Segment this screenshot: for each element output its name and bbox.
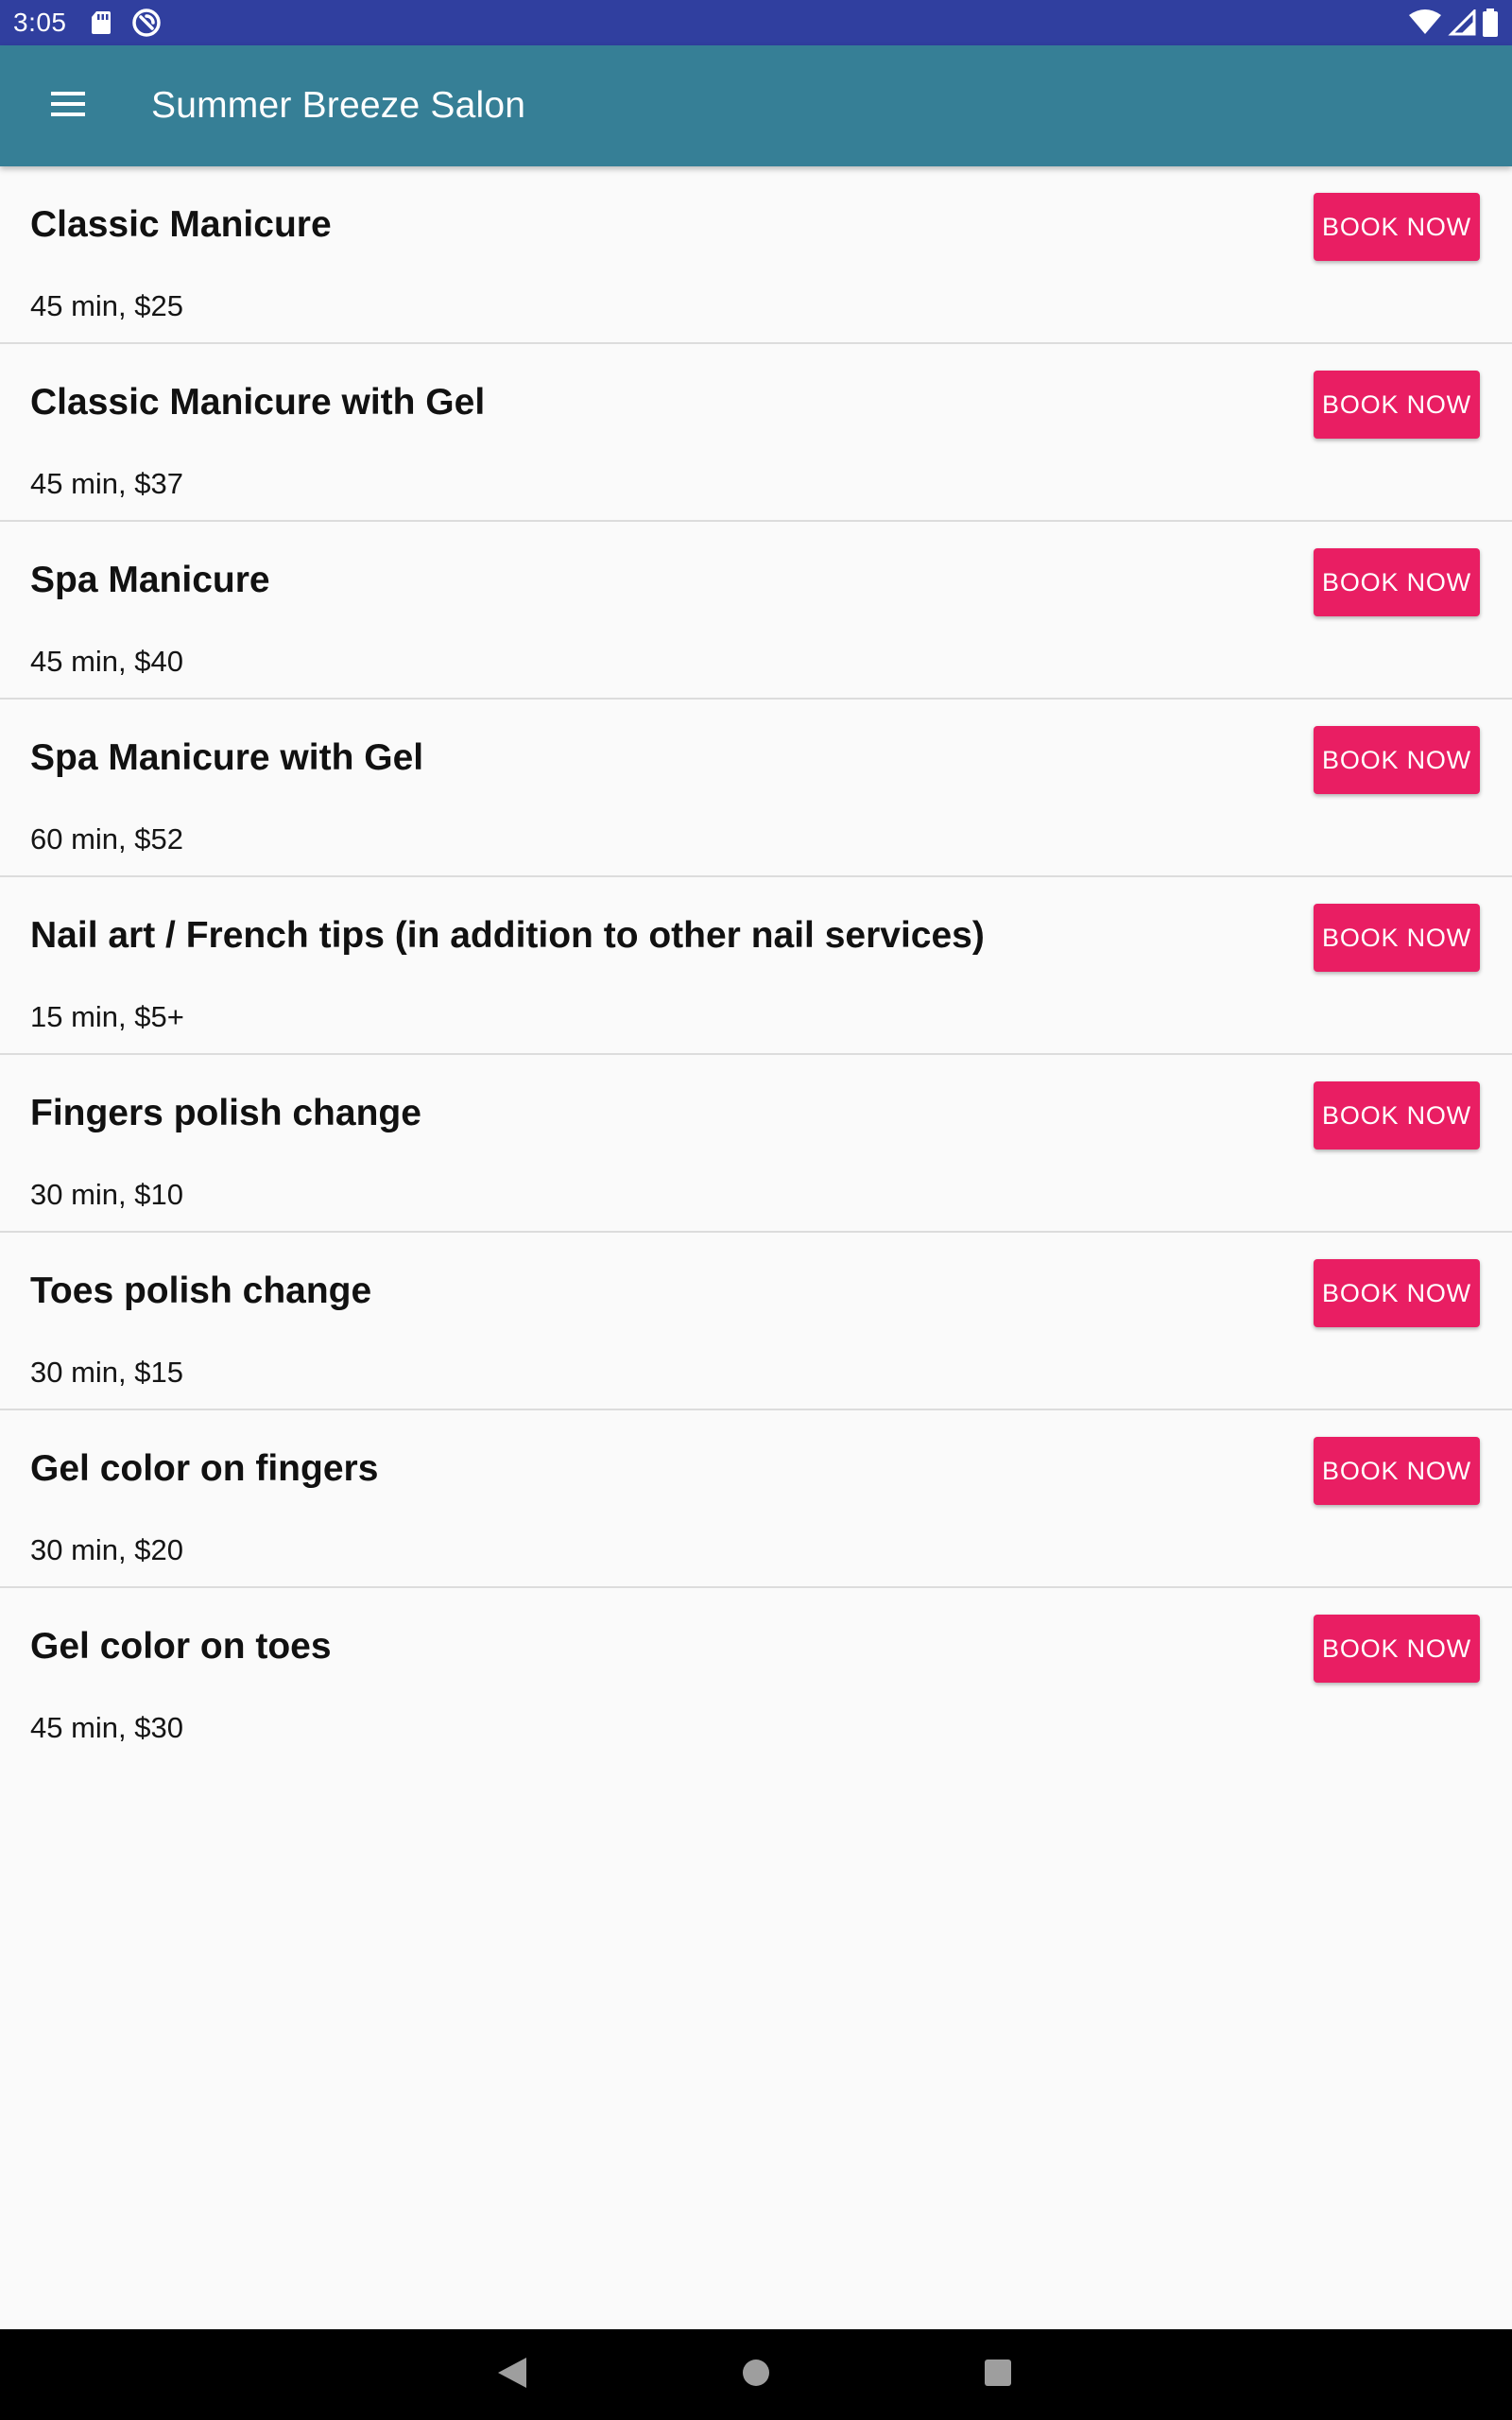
back-icon	[496, 2356, 528, 2394]
book-now-button[interactable]: BOOK NOW	[1314, 1259, 1480, 1327]
home-icon	[741, 2358, 771, 2393]
recents-button[interactable]	[941, 2329, 1055, 2420]
service-item: Gel color on fingers 30 min, $20 BOOK NO…	[0, 1410, 1512, 1588]
service-detail: 30 min, $20	[30, 1533, 183, 1566]
service-detail: 15 min, $5+	[30, 1000, 184, 1033]
service-item: Toes polish change 30 min, $15 BOOK NOW	[0, 1233, 1512, 1410]
service-name: Gel color on fingers	[30, 1448, 379, 1489]
service-detail: 45 min, $37	[30, 467, 183, 500]
book-now-button[interactable]: BOOK NOW	[1314, 371, 1480, 439]
menu-button[interactable]	[34, 72, 102, 140]
service-item: Gel color on toes 45 min, $30 BOOK NOW	[0, 1588, 1512, 1766]
status-system-icons	[1408, 9, 1499, 37]
service-item: Nail art / French tips (in addition to o…	[0, 877, 1512, 1055]
service-item: Classic Manicure 45 min, $25 BOOK NOW	[0, 166, 1512, 344]
service-name: Gel color on toes	[30, 1626, 332, 1667]
service-detail: 45 min, $30	[30, 1711, 183, 1744]
sync-icon	[131, 8, 162, 38]
service-detail: 30 min, $10	[30, 1178, 183, 1211]
app-bar: Summer Breeze Salon	[0, 45, 1512, 166]
status-time: 3:05	[13, 8, 67, 37]
battery-icon	[1482, 9, 1499, 37]
service-item: Classic Manicure with Gel 45 min, $37 BO…	[0, 344, 1512, 522]
service-name: Classic Manicure	[30, 204, 332, 245]
service-item: Spa Manicure with Gel 60 min, $52 BOOK N…	[0, 700, 1512, 877]
cell-signal-icon	[1448, 9, 1476, 36]
service-item: Spa Manicure 45 min, $40 BOOK NOW	[0, 522, 1512, 700]
service-detail: 45 min, $25	[30, 289, 183, 322]
service-name: Spa Manicure	[30, 560, 270, 600]
book-now-button[interactable]: BOOK NOW	[1314, 193, 1480, 261]
service-detail: 30 min, $15	[30, 1356, 183, 1389]
service-name: Toes polish change	[30, 1270, 372, 1311]
service-name: Fingers polish change	[30, 1093, 421, 1133]
screen: 3:05 Summer Breeze Salon Classic Manicur…	[0, 0, 1512, 2420]
sd-card-icon	[90, 9, 112, 36]
book-now-button[interactable]: BOOK NOW	[1314, 548, 1480, 616]
back-button[interactable]	[455, 2329, 569, 2420]
app-title: Summer Breeze Salon	[151, 85, 526, 126]
menu-icon	[49, 90, 87, 123]
service-name: Spa Manicure with Gel	[30, 737, 424, 778]
book-now-button[interactable]: BOOK NOW	[1314, 1615, 1480, 1683]
service-name: Classic Manicure with Gel	[30, 382, 486, 423]
status-notification-icons	[90, 8, 162, 38]
service-list: Classic Manicure 45 min, $25 BOOK NOW Cl…	[0, 166, 1512, 1766]
service-detail: 60 min, $52	[30, 822, 183, 856]
book-now-button[interactable]: BOOK NOW	[1314, 1081, 1480, 1150]
status-bar: 3:05	[0, 0, 1512, 45]
book-now-button[interactable]: BOOK NOW	[1314, 904, 1480, 972]
service-item: Fingers polish change 30 min, $10 BOOK N…	[0, 1055, 1512, 1233]
wifi-icon	[1408, 9, 1442, 36]
recents-icon	[983, 2358, 1013, 2393]
book-now-button[interactable]: BOOK NOW	[1314, 726, 1480, 794]
book-now-button[interactable]: BOOK NOW	[1314, 1437, 1480, 1505]
service-name: Nail art / French tips (in addition to o…	[30, 915, 985, 956]
service-detail: 45 min, $40	[30, 645, 183, 678]
navigation-bar	[0, 2329, 1512, 2420]
home-button[interactable]	[699, 2329, 813, 2420]
